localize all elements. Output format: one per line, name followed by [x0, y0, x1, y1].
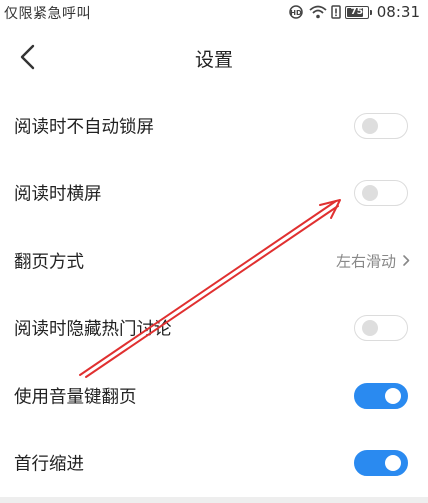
wifi-icon	[309, 5, 327, 19]
setting-row-hide-discussion: 阅读时隐藏热门讨论	[0, 295, 428, 363]
page-turn-value: 左右滑动	[335, 252, 396, 271]
setting-row-no-auto-lock: 阅读时不自动锁屏	[0, 92, 428, 160]
setting-label: 阅读时隐藏热门讨论	[14, 319, 172, 340]
status-icons: HD 75 08:31	[289, 2, 420, 22]
hide-discussion-toggle[interactable]	[354, 315, 408, 342]
setting-row-volume-key: 使用音量键翻页	[0, 362, 428, 430]
battery-icon: 75	[344, 5, 372, 19]
setting-label: 使用音量键翻页	[14, 387, 137, 408]
page-turn-select[interactable]: 左右滑动	[336, 250, 410, 271]
chevron-right-icon	[403, 255, 410, 267]
settings-list: 阅读时不自动锁屏 阅读时横屏 翻页方式 左右滑动 阅读时隐藏热门讨论 使用音量键…	[0, 92, 428, 497]
toggle-knob	[362, 117, 378, 134]
bottom-strip	[0, 497, 428, 503]
first-line-indent-toggle[interactable]	[354, 450, 408, 477]
setting-row-page-turn[interactable]: 翻页方式 左右滑动	[0, 227, 428, 295]
setting-label: 阅读时横屏	[14, 184, 102, 205]
battery-level: 75	[350, 6, 364, 17]
status-bar: 仅限紧急呼叫 HD 75 08:31	[0, 0, 428, 24]
sim-alert-icon	[331, 5, 341, 19]
setting-label: 阅读时不自动锁屏	[14, 117, 154, 138]
svg-text:HD: HD	[290, 9, 302, 17]
toggle-knob	[362, 185, 378, 202]
hd-call-icon: HD	[289, 5, 305, 19]
header: 设置	[0, 30, 428, 86]
no-auto-lock-toggle[interactable]	[354, 112, 408, 139]
toggle-knob	[362, 320, 378, 337]
toggle-knob	[385, 455, 401, 472]
setting-label: 翻页方式	[14, 252, 84, 273]
page-title: 设置	[194, 49, 233, 71]
carrier-text: 仅限紧急呼叫	[4, 6, 91, 22]
volume-key-toggle[interactable]	[354, 382, 408, 409]
status-time: 08:31	[376, 3, 420, 21]
setting-label: 首行缩进	[14, 454, 84, 475]
toggle-knob	[385, 387, 401, 404]
landscape-toggle[interactable]	[354, 180, 408, 207]
setting-row-first-line-indent: 首行缩进	[0, 430, 428, 498]
setting-row-landscape: 阅读时横屏	[0, 160, 428, 228]
